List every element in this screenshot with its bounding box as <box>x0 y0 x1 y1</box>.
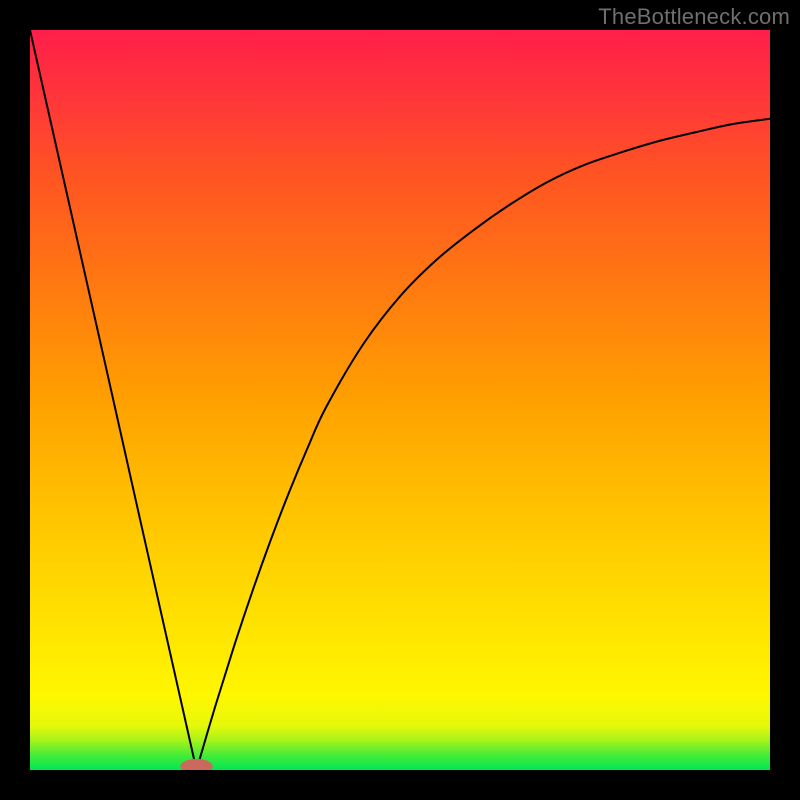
chart-svg <box>30 30 770 770</box>
watermark-text: TheBottleneck.com <box>598 4 790 30</box>
chart-frame: TheBottleneck.com <box>0 0 800 800</box>
plot-area <box>30 30 770 770</box>
